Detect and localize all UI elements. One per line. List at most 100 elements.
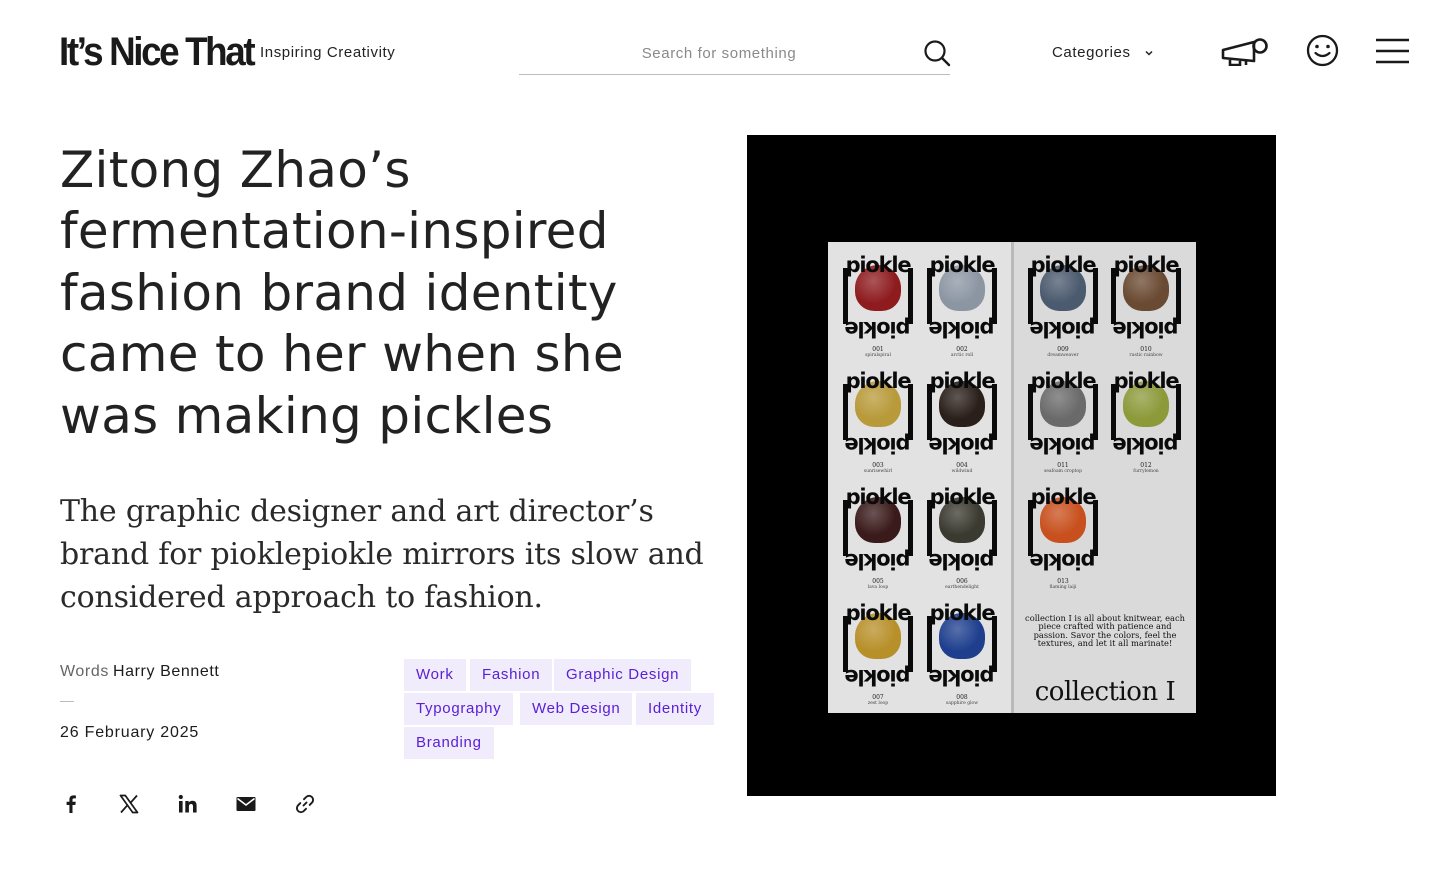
site-tagline: Inspiring Creativity [260, 44, 396, 61]
item-name: zest loop [867, 701, 889, 706]
lookbook-wordmark-inverted: piokle [845, 317, 911, 341]
lookbook-wordmark: piokle [845, 601, 912, 625]
item-number: 012 [1140, 462, 1152, 469]
lookbook-wordmark-inverted: piokle [929, 665, 995, 689]
x-icon[interactable] [117, 792, 141, 816]
item-number: 005 [872, 578, 884, 585]
item-name: furrylemon [1133, 469, 1159, 474]
lookbook-wordmark: piokle [845, 253, 912, 277]
lookbook-item: piokle piokle 003 sunrisewhirl [839, 364, 917, 476]
email-icon[interactable] [234, 792, 258, 816]
item-name: flaming laiji [1049, 585, 1077, 590]
item-number: 011 [1057, 462, 1069, 469]
lookbook-spread: piokle piokle 001 spiralspiral piokle piokle 0… [828, 242, 1196, 713]
lookbook-item: piokle piokle 004 wildwind [923, 364, 1001, 476]
lookbook-wordmark-inverted: piokle [1030, 549, 1096, 573]
lookbook-wordmark: piokle [845, 485, 912, 509]
lookbook-wordmark-inverted: piokle [1030, 433, 1096, 457]
lookbook-item: piokle piokle 005 lava loop [839, 480, 917, 592]
item-name: dreamweaver [1047, 353, 1079, 358]
lookbook-wordmark: piokle [1113, 369, 1180, 393]
item-number: 009 [1057, 346, 1069, 353]
article-title: Zitong Zhao’s fermentation-inspired fash… [60, 141, 624, 445]
link-icon[interactable] [293, 792, 317, 816]
item-number: 004 [956, 462, 968, 469]
lookbook-wordmark: piokle [1030, 253, 1097, 277]
lookbook-wordmark: piokle [929, 253, 996, 277]
lookbook-wordmark: piokle [1030, 369, 1097, 393]
item-number: 007 [872, 694, 884, 701]
item-name: earthendelight [945, 585, 979, 590]
search-bar [519, 32, 951, 75]
item-number: 008 [956, 694, 968, 701]
article-standfirst: The graphic designer and art director’s … [60, 494, 704, 615]
categories-label: Categories [1052, 44, 1131, 61]
item-name: seafoam croptop [1043, 469, 1083, 474]
item-number: 006 [956, 578, 968, 585]
item-number: 002 [956, 346, 968, 353]
lookbook-wordmark-inverted: piokle [845, 665, 911, 689]
categories-dropdown[interactable]: Categories [1052, 44, 1155, 62]
lookbook-wordmark: piokle [929, 369, 996, 393]
byline: Words Harry Bennett [60, 662, 219, 682]
facebook-icon[interactable] [59, 792, 83, 816]
tag-typography[interactable]: Typography [404, 693, 514, 725]
site-logo[interactable]: It’s Nice That [59, 30, 256, 74]
lookbook-item: piokle piokle 010 rustic rainbow [1107, 248, 1185, 360]
item-name: lava loop [867, 585, 889, 590]
lookbook-item: piokle piokle 013 flaming laiji [1024, 480, 1102, 592]
chevron-down-icon [1145, 50, 1153, 56]
linkedin-icon[interactable] [176, 792, 200, 816]
lookbook-wordmark-inverted: piokle [1030, 317, 1096, 341]
tag-fashion[interactable]: Fashion [470, 659, 553, 691]
author-link[interactable]: Harry Bennett [113, 663, 220, 680]
item-number: 001 [872, 346, 884, 353]
megaphone-icon[interactable] [1220, 36, 1270, 66]
lookbook-wordmark-inverted: piokle [845, 549, 911, 573]
item-name: rustic rainbow [1129, 353, 1163, 358]
hero-image: piokle piokle 001 spiralspiral piokle piokle 0… [747, 135, 1276, 796]
lookbook-item: piokle piokle 002 arctic roll [923, 248, 1001, 360]
lookbook-wordmark-inverted: piokle [929, 317, 995, 341]
item-name: wildwind [951, 469, 973, 474]
lookbook-item: piokle piokle 007 zest loop [839, 596, 917, 708]
search-input[interactable] [519, 40, 919, 66]
tag-branding[interactable]: Branding [404, 727, 494, 759]
lookbook-item: piokle piokle 001 spiralspiral [839, 248, 917, 360]
lookbook-wordmark: piokle [929, 485, 996, 509]
lookbook-item: piokle piokle 008 sapphire glow [923, 596, 1001, 708]
hamburger-menu-icon[interactable] [1376, 38, 1409, 64]
lookbook-wordmark-inverted: piokle [929, 433, 995, 457]
lookbook-item: piokle piokle 012 furrylemon [1107, 364, 1185, 476]
smiley-icon[interactable] [1306, 34, 1339, 67]
item-number: 010 [1140, 346, 1152, 353]
tag-work[interactable]: Work [404, 659, 466, 691]
item-name: sapphire glow [945, 701, 979, 706]
lookbook-wordmark: piokle [845, 369, 912, 393]
lookbook-item: piokle piokle 011 seafoam croptop [1024, 364, 1102, 476]
tag-identity[interactable]: Identity [636, 693, 714, 725]
item-name: sunrisewhirl [863, 469, 893, 474]
byline-label: Words [60, 663, 109, 680]
lookbook-item: piokle piokle 006 earthendelight [923, 480, 1001, 592]
lookbook-wordmark: piokle [1113, 253, 1180, 277]
lookbook-gutter [1011, 242, 1014, 713]
lookbook-wordmark-inverted: piokle [1113, 317, 1179, 341]
lookbook-wordmark-inverted: piokle [845, 433, 911, 457]
tag-graphic-design[interactable]: Graphic Design [554, 659, 692, 691]
lookbook-wordmark: piokle [1030, 485, 1097, 509]
collection-title: collection I [1034, 677, 1176, 707]
item-number: 003 [872, 462, 884, 469]
item-number: 013 [1057, 578, 1069, 585]
lookbook-wordmark-inverted: piokle [929, 549, 995, 573]
item-name: spiralspiral [865, 353, 891, 358]
item-name: arctic roll [950, 353, 974, 358]
lookbook-wordmark: piokle [929, 601, 996, 625]
collection-blurb: collection I is all about knitwear, each… [1025, 613, 1185, 649]
tag-web-design[interactable]: Web Design [520, 693, 633, 725]
publish-date: 26 February 2025 [60, 724, 200, 741]
search-icon[interactable] [923, 39, 951, 67]
divider [60, 701, 74, 702]
lookbook-wordmark-inverted: piokle [1113, 433, 1179, 457]
lookbook-item: piokle piokle 009 dreamweaver [1024, 248, 1102, 360]
